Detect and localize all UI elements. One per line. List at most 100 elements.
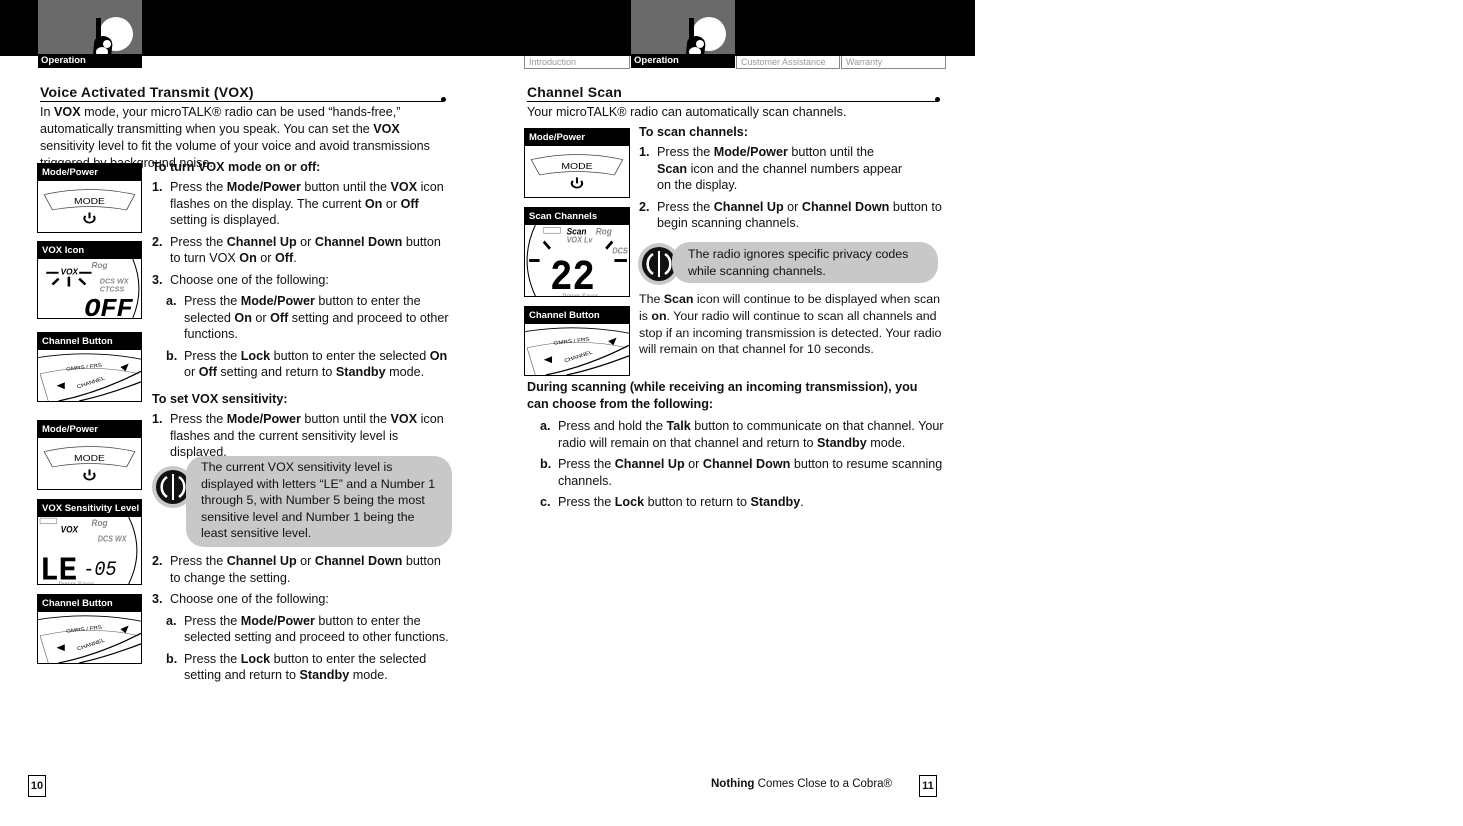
step-text: Press the Mode/Power button to enter the…	[184, 294, 449, 341]
svg-text:OFF: OFF	[84, 295, 134, 318]
section-tab-label: Operation	[38, 54, 142, 68]
bold-term: On	[429, 348, 448, 363]
substep-item: b. Press the Channel Up or Channel Down b…	[540, 456, 945, 489]
bold-term: On	[239, 251, 257, 265]
section-title-channel-scan: Channel Scan	[527, 84, 622, 100]
svg-text:DCS: DCS	[612, 246, 628, 256]
step-number: 2.	[639, 199, 650, 214]
svg-text:VOX: VOX	[61, 524, 80, 534]
mode-label: MODE	[74, 197, 105, 207]
step-text: Press the Mode/Power button until the VO…	[170, 412, 444, 459]
vox-display-icon: VOX Rog DCS WX CTCSS OFF	[46, 258, 140, 318]
step-number: a.	[166, 613, 177, 628]
bold-term: Off	[400, 196, 419, 211]
svg-text:LE: LE	[40, 551, 77, 584]
step-item: 3. Choose one of the following:	[152, 272, 452, 289]
mode-power-button-icon: MODE	[530, 154, 624, 189]
step-item: 2. Press the Channel Up or Channel Down b…	[152, 553, 452, 586]
bold-term: Scan	[663, 292, 694, 306]
vox-sensitivity-block: To set VOX sensitivity: 1. Press the Mode…	[152, 392, 452, 461]
substep-item: b. Press the Lock button to enter the sel…	[166, 348, 452, 381]
figure-caption: Mode/Power	[38, 421, 141, 438]
bold-term: Channel Up	[226, 554, 297, 568]
step-text: Press the Lock button to enter the selec…	[184, 348, 448, 380]
figure-scan: Scan Channels Scan Rog VOX Lv DCS 22 Pow…	[524, 207, 630, 297]
page-number-right: 11	[919, 775, 937, 797]
step-item: 1. Press the Mode/Power button until the …	[152, 411, 452, 461]
step-number: b.	[540, 457, 552, 471]
channel-button-icon: GMRS / FRS CHANNEL	[525, 327, 629, 375]
section-tab-operation-left: Operation	[38, 0, 142, 68]
scan-continue-text: The Scan icon will continue to be displa…	[639, 292, 942, 357]
svg-text:CTCSS: CTCSS	[100, 287, 125, 294]
bold-term: Standby	[750, 495, 801, 509]
nav-tab-operation[interactable]: Operation	[631, 0, 735, 68]
substep-item: a. Press and hold the Talk button to comm…	[540, 418, 945, 451]
vox-sensitivity-heading: To set VOX sensitivity:	[152, 392, 288, 406]
step-number: 1.	[639, 145, 650, 159]
figure-caption: Mode/Power	[38, 164, 141, 181]
during-scan-heading: During scanning (while receiving an inco…	[527, 380, 918, 411]
bold-term: Channel Up	[713, 199, 784, 214]
bold-term: VOX	[54, 105, 81, 119]
scan-heading: To scan channels:	[639, 125, 748, 139]
figure-caption: VOX Sensitivity Level	[38, 500, 141, 517]
bold-term: Standby	[817, 435, 867, 450]
svg-text:GMRS / FRS: GMRS / FRS	[553, 337, 590, 346]
mode-power-button-icon: MODE	[43, 189, 136, 224]
mode-label: MODE	[561, 162, 592, 172]
nav-tab-customer-assistance[interactable]: Customer Assistance	[736, 56, 840, 69]
figure-channel: Channel Button GMRS / FRS CHANNEL	[37, 594, 142, 664]
bold-term: Mode/Power	[240, 294, 315, 308]
svg-text:Rog: Rog	[92, 518, 109, 528]
svg-text:Rog: Rog	[596, 226, 613, 237]
step-text: Press the Mode/Power button to enter the…	[184, 613, 449, 645]
step-number: 2.	[152, 234, 163, 249]
step-number: c.	[540, 495, 551, 509]
figure-vox: VOX Icon VOX Rog DCS WX CTCSS OFF	[37, 241, 142, 319]
svg-text:GMRS / FRS: GMRS / FRS	[66, 363, 103, 373]
svg-text:Rog: Rog	[92, 261, 108, 270]
bold-term: Mode/Power	[240, 613, 315, 628]
step-text: Press the Channel Up or Channel Down but…	[170, 234, 441, 266]
bold-term: On	[234, 310, 252, 325]
step-number: 1.	[152, 180, 163, 194]
figure-caption: Channel Button	[525, 307, 629, 324]
bold-term: Off	[270, 310, 289, 325]
step-number: 2.	[152, 554, 163, 568]
figure-caption: Channel Button	[38, 595, 141, 612]
figure-mode: Mode/Power MODE	[524, 128, 630, 198]
step-number: 3.	[152, 592, 163, 606]
svg-text:Power Saver: Power Saver	[59, 581, 95, 584]
figure-channel: Channel Button GMRS / FRS CHANNEL	[37, 332, 142, 402]
nav-tab-warranty[interactable]: Warranty	[841, 56, 946, 69]
step-text: Press the Channel Up or Channel Down but…	[558, 457, 943, 488]
channel-button-icon: GMRS / FRS CHANNEL	[38, 353, 141, 401]
scan-channels-display-icon: Scan Rog VOX Lv DCS 22 Power Saver	[526, 224, 628, 296]
svg-text:GMRS / FRS: GMRS / FRS	[66, 625, 103, 635]
substep-item: c. Press the Lock button to return to Sta…	[540, 494, 945, 511]
bold-term: VOX	[390, 412, 418, 426]
nav-tab-introduction[interactable]: Introduction	[524, 56, 630, 69]
step-number: 3.	[152, 272, 163, 287]
bold-term: Scan	[657, 161, 688, 176]
bold-term: Channel Down	[314, 554, 403, 568]
step-text: Press the Mode/Power button until the VO…	[170, 180, 444, 227]
footer-tagline: Nothing Comes Close to a Cobra®	[711, 778, 892, 790]
bold-term: Off	[275, 251, 294, 265]
substep-item: a. Press the Mode/Power button to enter t…	[166, 613, 452, 646]
figure-channel: Channel Button GMRS / FRS CHANNEL	[524, 306, 630, 376]
step-text: Press the Mode/Power button until the Sc…	[657, 145, 903, 192]
bold-term: Standby	[299, 668, 350, 682]
bold-term: Mode/Power	[713, 145, 788, 159]
bold-term: Channel Up	[226, 234, 297, 249]
step-text: Press the Lock button to enter the selec…	[184, 651, 427, 683]
section-rule	[527, 101, 937, 102]
bold-term: On	[364, 196, 383, 211]
svg-text:Power Saver: Power Saver	[562, 293, 598, 296]
bold-term: VOX	[373, 122, 400, 136]
mode-power-button-icon: MODE	[43, 446, 136, 481]
bold-term: Lock	[240, 651, 271, 666]
step-number: a.	[540, 419, 551, 433]
step-text: Choose one of the following:	[170, 272, 329, 287]
